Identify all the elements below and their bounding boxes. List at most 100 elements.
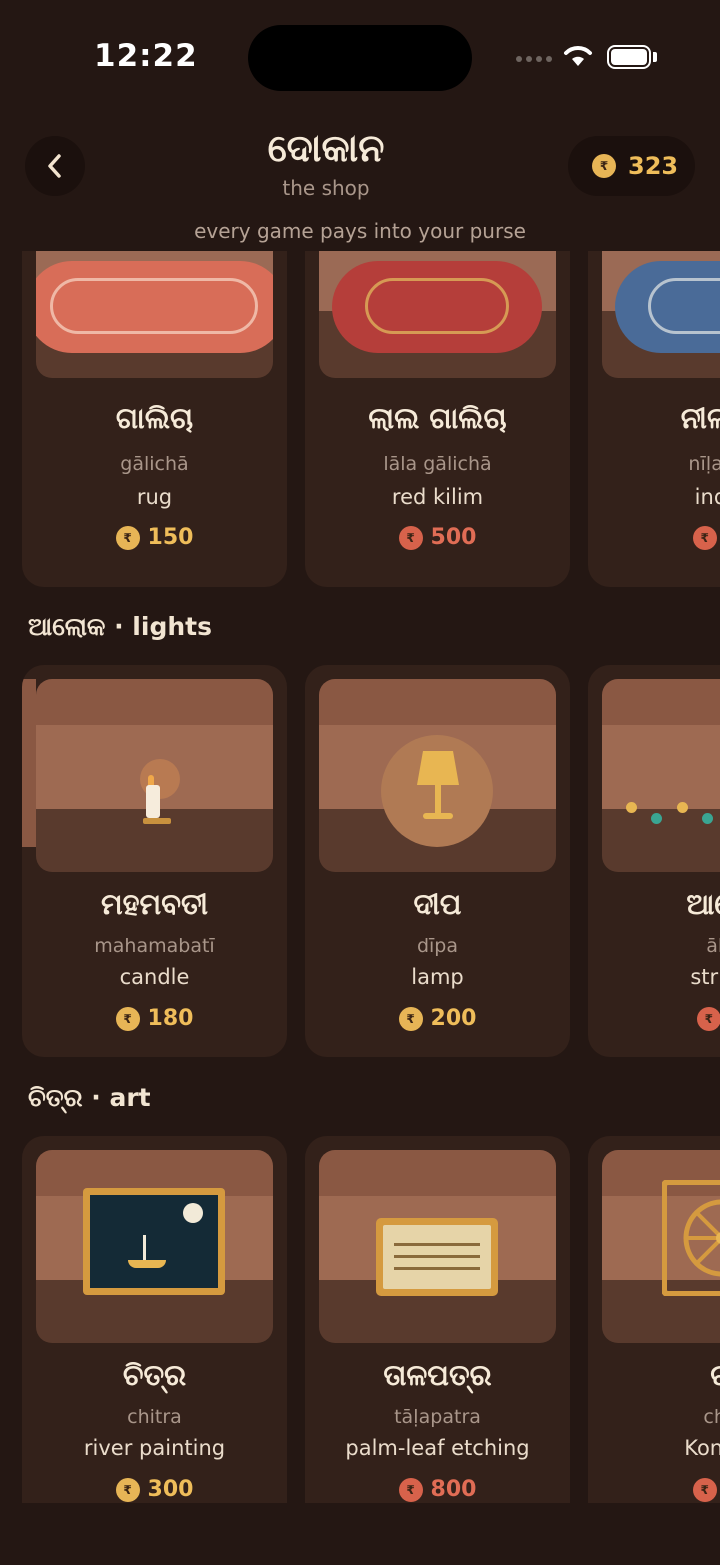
item-price-value: 150	[147, 525, 194, 550]
rugs-row[interactable]: ଗାଲିଚା gālichā rug ₹ 150 ଲାଲ ଗାଲିଚା lāla…	[0, 251, 720, 591]
item-name-odia: ଗାଲିଚା	[115, 401, 194, 435]
shop-item-card[interactable]: ତାଳପତ୍ର tāḷapatra palm-leaf etching ₹ 80…	[305, 1136, 570, 1503]
item-scene	[36, 251, 273, 378]
item-price-value: 500	[430, 525, 477, 550]
item-scene	[602, 251, 720, 378]
item-name-odia: ତାଳପତ୍ର	[383, 1358, 492, 1392]
item-scene	[36, 1150, 273, 1343]
scene-edge	[22, 679, 36, 847]
item-price: ₹ 200	[305, 1006, 570, 1031]
coin-icon: ₹	[692, 525, 717, 550]
coin-balance[interactable]: ₹ 323	[568, 136, 695, 196]
item-price: ₹ 150	[22, 525, 287, 550]
item-transliteration: cha	[703, 1406, 720, 1428]
candle-base	[143, 818, 171, 824]
lamp-icon	[417, 751, 459, 819]
item-name-english: rug	[136, 485, 173, 509]
item-transliteration: dīpa	[416, 935, 459, 957]
coin-icon: ₹	[115, 1006, 140, 1031]
item-name-odia: ମହମବତୀ	[100, 887, 209, 921]
dynamic-island	[248, 25, 472, 91]
item-transliteration: ālo	[706, 935, 720, 957]
coin-icon: ₹	[696, 1006, 720, 1031]
light-bulb-icon	[651, 813, 662, 824]
page-title: ଦୋକାନ	[267, 126, 385, 170]
coin-icon: ₹	[115, 1477, 140, 1502]
item-price: ₹ 500	[305, 525, 570, 550]
item-name-english: Konark	[684, 1436, 720, 1460]
rug-border	[365, 278, 509, 334]
item-price: ₹ 300	[22, 1477, 287, 1502]
item-price: ₹ 3	[588, 1006, 720, 1031]
shop-item-card[interactable]: ଗାଲିଚା gālichā rug ₹ 150	[22, 251, 287, 587]
coin-icon: ₹	[398, 525, 423, 550]
battery-icon	[607, 45, 651, 69]
item-price: ₹ 800	[305, 1477, 570, 1502]
tagline: every game pays into your purse	[194, 219, 526, 243]
light-bulb-icon	[702, 813, 713, 824]
item-scene	[319, 679, 556, 872]
item-scene	[36, 679, 273, 872]
item-name-english: string	[690, 965, 720, 989]
palm-leaf-icon	[376, 1218, 498, 1296]
art-row[interactable]: ଚିତ୍ର chitra river painting ₹ 300 ତାଳପତ୍…	[0, 1136, 720, 1503]
item-transliteration: gālichā	[120, 453, 189, 475]
shop-item-card[interactable]: ଲାଲ ଗାଲିଚା lāla gālichā red kilim ₹ 500	[305, 251, 570, 587]
rug-border	[50, 278, 258, 334]
cellular-signal-icon	[516, 56, 552, 62]
section-title-lights: ଆଲୋକ · lights	[28, 612, 212, 641]
item-transliteration: mahamabatī	[94, 935, 215, 957]
candle-icon	[146, 785, 160, 818]
item-transliteration: lāla gālichā	[383, 453, 492, 475]
lights-row[interactable]: ମହମବତୀ mahamabatī candle ₹ 180 ଦୀପ dīpa …	[0, 665, 720, 1060]
rug-border	[648, 278, 720, 334]
shop-item-card[interactable]: ଚ cha Konark ₹ 5,	[588, 1136, 720, 1503]
item-scene	[602, 1150, 720, 1343]
item-name-english: red kilim	[391, 485, 484, 509]
shop-item-card[interactable]: ମହମବତୀ mahamabatī candle ₹ 180	[22, 665, 287, 1057]
item-name-odia: ନୀଳ ଗ	[680, 401, 720, 435]
coin-balance-value: 323	[628, 152, 679, 180]
item-scene	[319, 1150, 556, 1343]
item-transliteration: tāḷapatra	[394, 1406, 481, 1428]
status-time: 12:22	[94, 38, 198, 74]
coin-icon: ₹	[398, 1477, 423, 1502]
item-name-english: river painting	[83, 1436, 226, 1460]
section-title-art: ଚିତ୍ର · art	[28, 1083, 151, 1112]
konark-wheel-icon	[662, 1180, 720, 1296]
item-name-english: candle	[119, 965, 190, 989]
item-scene	[602, 679, 720, 872]
light-bulb-icon	[626, 802, 637, 813]
item-price: ₹ 180	[22, 1006, 287, 1031]
page-subtitle: the shop	[282, 176, 370, 200]
shop-item-card[interactable]: ନୀଳ ଗ nīḷa gā indig ₹ 1,	[588, 251, 720, 587]
item-name-english: indig	[694, 485, 720, 509]
item-price-value: 800	[430, 1477, 477, 1502]
item-price-value: 300	[147, 1477, 194, 1502]
item-price: ₹ 5,	[588, 1477, 720, 1502]
coin-icon: ₹	[398, 1006, 423, 1031]
item-scene	[319, 251, 556, 378]
item-name-odia: ଚିତ୍ର	[122, 1358, 187, 1392]
coin-icon: ₹	[692, 1477, 717, 1502]
painting-icon	[83, 1188, 225, 1295]
item-price: ₹ 1,	[588, 525, 720, 550]
coin-icon: ₹	[115, 525, 140, 550]
shop-item-card[interactable]: ଦୀପ dīpa lamp ₹ 200	[305, 665, 570, 1057]
battery-cap	[653, 52, 657, 62]
item-name-english: lamp	[411, 965, 464, 989]
item-name-english: palm-leaf etching	[345, 1436, 530, 1460]
item-name-odia: ଚ	[588, 1358, 720, 1393]
item-name-odia: ଦୀପ	[413, 887, 462, 921]
coin-icon: ₹	[592, 154, 616, 178]
item-transliteration: chitra	[127, 1406, 182, 1428]
light-bulb-icon	[677, 802, 688, 813]
item-price-value: 200	[430, 1006, 477, 1031]
wifi-icon	[564, 46, 592, 66]
item-name-odia: ଲାଲ ଗାଲିଚା	[368, 401, 507, 435]
item-transliteration: nīḷa gā	[688, 453, 720, 475]
item-name-odia: ଆଲୋ	[686, 887, 720, 921]
item-price-value: 180	[147, 1006, 194, 1031]
shop-item-card[interactable]: ଚିତ୍ର chitra river painting ₹ 300	[22, 1136, 287, 1503]
shop-item-card[interactable]: ଆଲୋ ālo string ₹ 3	[588, 665, 720, 1057]
